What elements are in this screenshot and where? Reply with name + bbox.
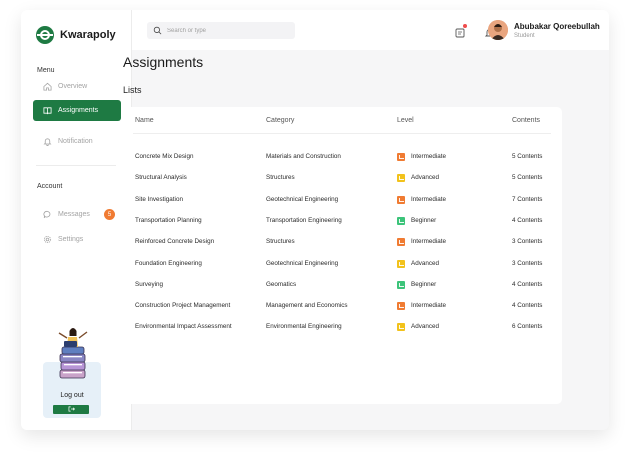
logout-button[interactable]	[53, 405, 89, 414]
account-section-label: Account	[37, 183, 63, 190]
assignment-contents: 4 Contents	[512, 216, 543, 224]
header-divider	[133, 133, 551, 134]
intermediate-level-icon	[397, 195, 405, 204]
assignment-category: Geomatics	[266, 280, 297, 288]
table-row[interactable]: Transportation Planning Transportation En…	[123, 214, 562, 228]
assignment-name: Structural Analysis	[135, 174, 187, 182]
assignment-name: Environmental Impact Assessment	[135, 323, 232, 331]
assignment-level: Advanced	[411, 174, 440, 182]
table-row[interactable]: Site Investigation Geotechnical Engineeri…	[123, 193, 562, 207]
tasks-icon[interactable]	[455, 24, 467, 38]
intermediate-level-icon	[397, 153, 405, 161]
table-row[interactable]: Concrete Mix Design Materials and Constru…	[123, 150, 562, 164]
assignments-table: Name Category Level Contents Concrete Mi…	[123, 107, 562, 404]
avatar[interactable]	[488, 20, 508, 40]
column-header-category[interactable]: Category	[266, 117, 294, 124]
sidebar: Kwarapoly Menu Overview Assignments Noti…	[21, 10, 132, 430]
assignment-category: Transportation Engineering	[266, 216, 342, 224]
search-input[interactable]	[167, 27, 287, 34]
assignment-category: Management and Economics	[266, 302, 348, 310]
column-header-contents[interactable]: Contents	[512, 117, 540, 124]
intermediate-level-icon	[397, 302, 405, 311]
advanced-level-icon	[397, 323, 405, 332]
assignment-level: Intermediate	[411, 195, 447, 203]
brand[interactable]: Kwarapoly	[36, 26, 116, 44]
sidebar-item-messages[interactable]: Messages 5	[33, 204, 121, 225]
assignment-name: Concrete Mix Design	[135, 153, 194, 160]
assignment-category: Structures	[266, 174, 295, 182]
assignment-category: Structures	[266, 238, 295, 246]
table-row[interactable]: Reinforced Concrete Design Structures Inte…	[123, 235, 562, 249]
top-bar: Abubakar Qoreebullah Student	[132, 10, 609, 50]
assignment-level: Beginner	[411, 280, 437, 288]
gear-icon	[43, 235, 52, 244]
intermediate-level-icon	[397, 238, 405, 247]
assignment-contents: 4 Contents	[512, 302, 543, 310]
home-icon	[43, 82, 52, 91]
section-label: Lists	[123, 85, 142, 95]
sidebar-divider	[36, 165, 116, 166]
assignment-category: Materials and Construction	[266, 153, 341, 160]
sidebar-item-notification[interactable]: Notification	[33, 131, 121, 152]
sidebar-item-label: Notification	[58, 138, 93, 145]
advanced-level-icon	[397, 174, 405, 183]
student-with-books-illustration	[53, 323, 93, 383]
assignment-category: Geotechnical Engineering	[266, 195, 339, 203]
sidebar-item-assignments[interactable]: Assignments	[33, 100, 121, 121]
user-role: Student	[514, 33, 535, 39]
assignment-name: Surveying	[135, 280, 164, 288]
beginner-level-icon	[397, 280, 405, 289]
sidebar-item-label: Overview	[58, 83, 88, 90]
menu-section-label: Menu	[37, 67, 55, 74]
assignment-contents: 3 Contents	[512, 259, 543, 267]
column-header-level[interactable]: Level	[397, 117, 414, 124]
sidebar-item-label: Assignments	[58, 107, 99, 114]
tasks-indicator-dot	[463, 24, 467, 28]
table-row[interactable]: Environmental Impact Assessment Environme…	[123, 320, 562, 334]
assignment-name: Foundation Engineering	[135, 259, 202, 267]
table-row[interactable]: Construction Project Management Managemen…	[123, 299, 562, 313]
page-title: Assignments	[123, 54, 204, 70]
assignment-contents: 5 Contents	[512, 153, 543, 160]
assignment-contents: 7 Contents	[512, 195, 543, 203]
assignment-name: Construction Project Management	[135, 302, 231, 310]
brand-name: Kwarapoly	[60, 29, 116, 41]
brand-logo-icon	[36, 26, 54, 44]
messages-count-badge: 5	[104, 209, 115, 220]
sidebar-item-overview[interactable]: Overview	[33, 76, 121, 97]
table-row[interactable]: Surveying Geomatics Beginner 4 Contents	[123, 278, 562, 292]
logout-label: Log out	[60, 392, 84, 399]
sidebar-item-settings[interactable]: Settings	[33, 229, 121, 250]
logout-icon	[68, 406, 75, 414]
assignment-name: Transportation Planning	[135, 216, 202, 224]
assignment-level: Advanced	[411, 259, 440, 267]
advanced-level-icon	[397, 259, 405, 268]
assignment-level: Intermediate	[411, 238, 447, 246]
assignment-level: Intermediate	[411, 153, 447, 160]
search-box[interactable]	[147, 22, 295, 39]
assignment-level: Advanced	[411, 323, 440, 331]
assignment-level: Intermediate	[411, 302, 447, 310]
book-icon	[43, 106, 52, 115]
assignment-contents: 4 Contents	[512, 280, 543, 288]
user-name: Abubakar Qoreebullah	[514, 22, 600, 31]
table-row[interactable]: Structural Analysis Structures Advanced 5 C…	[123, 171, 562, 185]
sidebar-item-label: Messages	[58, 211, 90, 218]
assignment-name: Site Investigation	[135, 195, 183, 203]
table-row[interactable]: Foundation Engineering Geotechnical Engin…	[123, 257, 562, 271]
assignment-category: Geotechnical Engineering	[266, 259, 339, 267]
sidebar-item-label: Settings	[58, 236, 84, 243]
assignment-contents: 3 Contents	[512, 238, 543, 246]
beginner-level-icon	[397, 216, 405, 225]
assignment-name: Reinforced Concrete Design	[135, 238, 215, 246]
column-header-name[interactable]: Name	[135, 117, 154, 124]
search-icon	[153, 22, 162, 40]
bell-icon	[43, 137, 52, 146]
assignment-contents: 6 Contents	[512, 323, 543, 331]
assignment-category: Environmental Engineering	[266, 323, 342, 331]
assignment-contents: 5 Contents	[512, 174, 543, 182]
chat-icon	[43, 210, 52, 219]
assignment-level: Beginner	[411, 216, 437, 224]
